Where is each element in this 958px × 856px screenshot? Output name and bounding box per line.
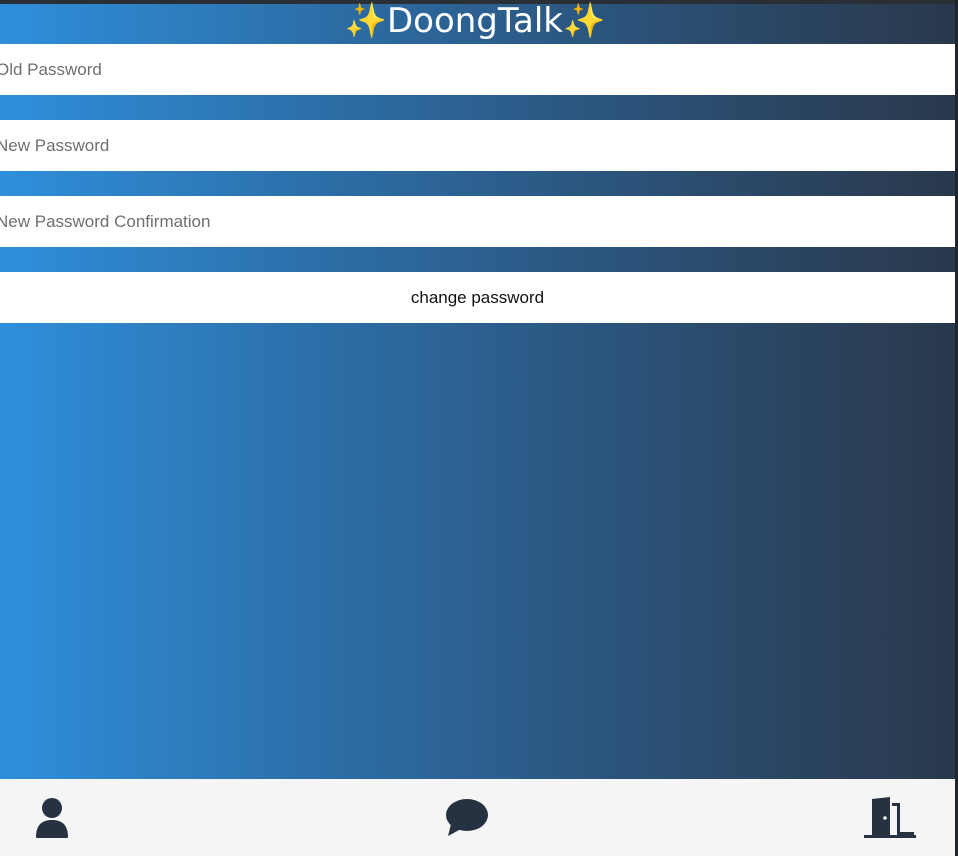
door-open-icon bbox=[864, 796, 916, 838]
confirm-password-field-container bbox=[0, 196, 955, 247]
change-password-button[interactable]: change password bbox=[0, 272, 955, 323]
app-title: ✨DoongTalk✨ bbox=[344, 1, 606, 41]
bottom-navigation bbox=[0, 779, 955, 856]
app-screen: ✨DoongTalk✨ change password bbox=[0, 0, 955, 856]
old-password-input[interactable] bbox=[0, 44, 955, 95]
user-icon bbox=[36, 797, 68, 838]
chat-bubble-icon bbox=[446, 798, 488, 836]
nav-logout-button[interactable] bbox=[858, 779, 922, 856]
new-password-field-container bbox=[0, 120, 955, 171]
old-password-field-container bbox=[0, 44, 955, 95]
nav-profile-button[interactable] bbox=[22, 779, 82, 856]
nav-chat-button[interactable] bbox=[437, 779, 497, 856]
new-password-input[interactable] bbox=[0, 120, 955, 171]
confirm-password-input[interactable] bbox=[0, 196, 955, 247]
